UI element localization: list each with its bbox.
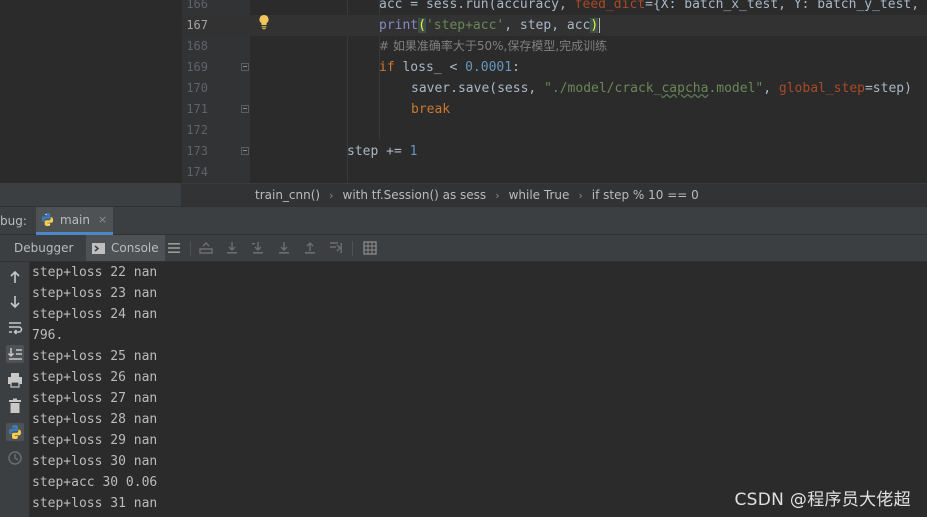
- console-line: step+loss 27 nan: [32, 391, 158, 406]
- chevron-right-icon: ›: [578, 188, 583, 202]
- console-line: 796.: [32, 328, 64, 343]
- code-line-172[interactable]: 172: [182, 120, 927, 141]
- line-number: 169: [186, 60, 208, 74]
- console-line: step+loss 22 nan: [32, 265, 158, 280]
- step-out-icon[interactable]: [302, 240, 318, 256]
- arrow-up-icon[interactable]: [6, 268, 24, 286]
- scroll-to-end-icon[interactable]: [6, 345, 24, 363]
- code-line-168[interactable]: 168 # 如果准确率大于50%,保存模型,完成训练: [182, 36, 927, 57]
- code-line-171[interactable]: 171 break: [182, 99, 927, 120]
- breadcrumb: train_cnn() › with tf.Session() as sess …: [182, 183, 927, 206]
- line-number: 167: [186, 18, 208, 32]
- chevron-right-icon: ›: [329, 188, 334, 202]
- lightbulb-icon[interactable]: [258, 14, 270, 30]
- run-to-cursor-icon[interactable]: [328, 240, 344, 256]
- line-number: 174: [186, 165, 208, 179]
- print-icon[interactable]: [6, 371, 24, 389]
- python-console-icon[interactable]: [6, 423, 24, 441]
- toolbar-separator: [190, 241, 191, 256]
- line-number: 172: [186, 123, 208, 137]
- code-text: step += 1: [347, 144, 418, 159]
- step-over-icon[interactable]: [224, 240, 240, 256]
- breadcrumb-item[interactable]: if step % 10 == 0: [592, 188, 699, 202]
- breadcrumb-item[interactable]: train_cnn(): [255, 188, 320, 202]
- line-number: 170: [186, 81, 208, 95]
- code-line-173[interactable]: 173 step += 1: [182, 141, 927, 162]
- code-editor[interactable]: 166 acc = sess.run(accuracy, feed_dict={…: [0, 0, 927, 183]
- step-into-icon[interactable]: [250, 240, 266, 256]
- code-line-174[interactable]: 174: [182, 162, 927, 183]
- code-text: acc = sess.run(accuracy, feed_dict={X: b…: [379, 0, 920, 12]
- console-line: step+loss 23 nan: [32, 286, 158, 301]
- soft-wrap-icon[interactable]: [6, 319, 24, 337]
- console-line: step+loss 24 nan: [32, 307, 158, 322]
- console-line: step+loss 31 nan: [32, 496, 158, 511]
- tab-console-label: Console: [111, 241, 159, 255]
- line-number: 166: [186, 0, 208, 11]
- fold-marker-icon[interactable]: [241, 147, 249, 155]
- debug-label: bug:: [0, 214, 27, 228]
- debug-tool-window-header: bug: main ×: [0, 206, 927, 235]
- line-number: 171: [186, 102, 208, 116]
- run-tab-main[interactable]: main ×: [36, 207, 114, 235]
- debug-toolbar: Debugger Console: [0, 235, 927, 262]
- console-line: step+loss 26 nan: [32, 370, 158, 385]
- console-line: step+loss 28 nan: [32, 412, 158, 427]
- close-icon[interactable]: ×: [98, 213, 107, 226]
- code-comment: # 如果准确率大于50%,保存模型,完成训练: [379, 39, 608, 53]
- chevron-right-icon: ›: [495, 188, 500, 202]
- code-text: if loss_ < 0.0001:: [379, 60, 520, 75]
- python-icon: [41, 212, 54, 227]
- tab-debugger-label: Debugger: [14, 241, 74, 255]
- console-line: step+loss 30 nan: [32, 454, 158, 469]
- breadcrumb-item[interactable]: with tf.Session() as sess: [343, 188, 487, 202]
- step-into-my-code-icon[interactable]: [276, 240, 292, 256]
- code-text: saver.save(sess, "./model/crack_capcha.m…: [411, 81, 912, 96]
- tab-console[interactable]: Console: [86, 235, 165, 261]
- code-text: print('step+acc', step, acc): [379, 18, 601, 33]
- fold-marker-icon[interactable]: [241, 105, 249, 113]
- watermark: CSDN @程序员大佬超: [734, 490, 911, 510]
- tab-debugger[interactable]: Debugger: [8, 235, 79, 261]
- show-execution-point-icon[interactable]: [198, 240, 214, 256]
- code-text: break: [411, 102, 451, 117]
- console-line: step+acc 30 0.06: [32, 475, 158, 490]
- line-number: 168: [186, 39, 208, 53]
- run-tab-label: main: [60, 212, 90, 227]
- toolbar-separator: [352, 241, 353, 256]
- breadcrumb-item[interactable]: while True: [509, 188, 570, 202]
- console-line: step+loss 29 nan: [32, 433, 158, 448]
- console-output[interactable]: step+loss 22 nan step+loss 23 nan step+l…: [30, 262, 927, 517]
- console-icon: [92, 242, 105, 254]
- console-line: step+loss 25 nan: [32, 349, 158, 364]
- menu-icon[interactable]: [166, 240, 182, 256]
- line-number: 173: [186, 144, 208, 158]
- code-line-169[interactable]: 169 if loss_ < 0.0001:: [182, 57, 927, 78]
- code-line-167[interactable]: 167 print('step+acc', step, acc): [182, 15, 927, 36]
- arrow-down-icon[interactable]: [6, 293, 24, 311]
- fold-marker-icon[interactable]: [241, 63, 249, 71]
- evaluate-expression-icon[interactable]: [362, 240, 378, 256]
- text-caret: [599, 18, 601, 33]
- code-line-170[interactable]: 170 saver.save(sess, "./model/crack_capc…: [182, 78, 927, 99]
- history-icon[interactable]: [6, 449, 24, 467]
- console-side-toolbar: [0, 262, 30, 517]
- code-line-166[interactable]: 166 acc = sess.run(accuracy, feed_dict={…: [182, 0, 927, 15]
- trash-icon[interactable]: [6, 397, 24, 415]
